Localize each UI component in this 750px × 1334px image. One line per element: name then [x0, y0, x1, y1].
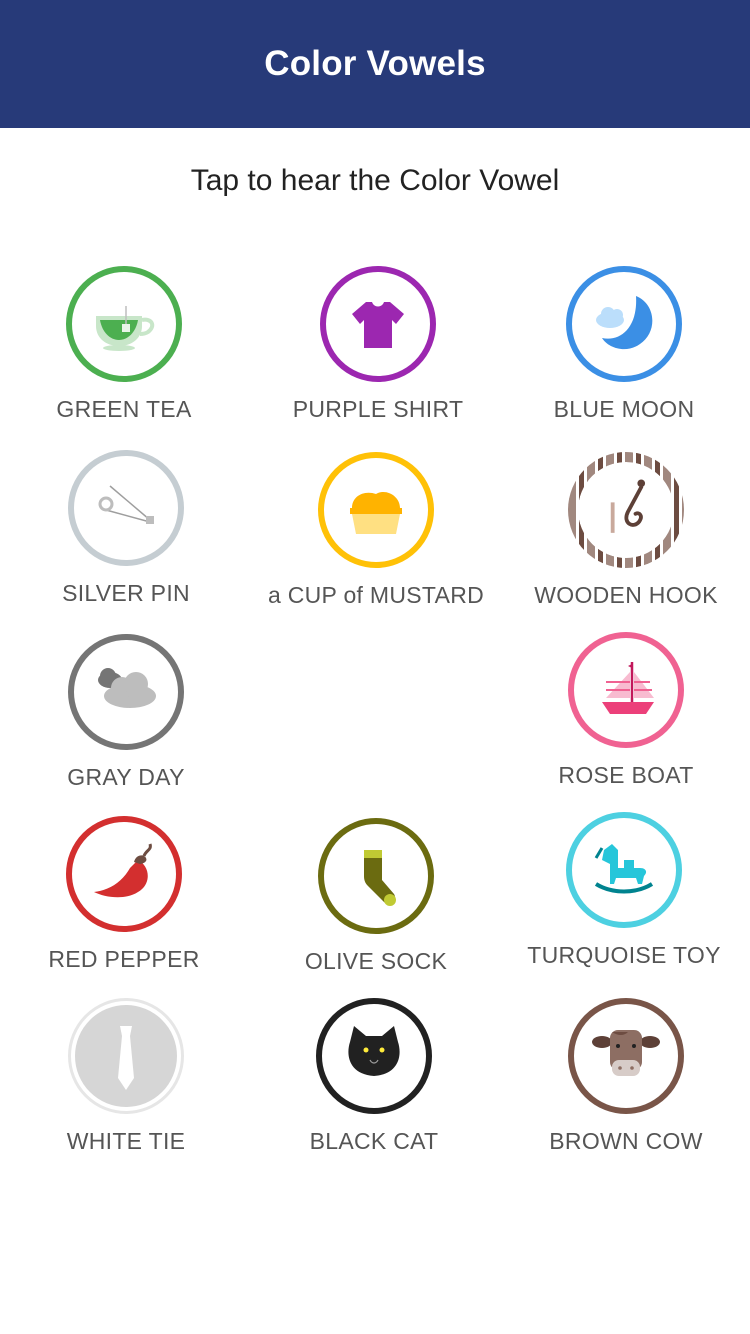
vowel-label: WOODEN HOOK [534, 582, 718, 608]
vowel-label: SILVER PIN [62, 580, 190, 606]
vowel-rose-boat-ring[interactable] [568, 632, 684, 748]
vowel-olive-sock-ring[interactable] [318, 818, 434, 934]
vowel-label: BROWN COW [549, 1128, 703, 1154]
vowel-green-tea-ring[interactable] [66, 266, 182, 382]
vowel-label: GREEN TEA [56, 396, 192, 422]
vowel-black-cat-ring[interactable] [316, 998, 432, 1114]
vowel-wooden-hook[interactable]: WOODEN HOOK [506, 452, 746, 609]
vowel-label: TURQUOISE TOY [527, 942, 721, 968]
instructions-text: Tap to hear the Color Vowel [190, 164, 560, 197]
turquoise-toy-icon [594, 844, 654, 894]
vowel-red-pepper-ring[interactable] [66, 816, 182, 932]
vowel-silver-pin[interactable]: SILVER PIN [6, 450, 246, 607]
vowel-red-pepper[interactable]: RED PEPPER [4, 816, 244, 973]
brown-cow-icon [592, 1030, 660, 1076]
vowel-label: PURPLE SHIRT [292, 396, 464, 422]
vowel-black-cat[interactable]: BLACK CAT [254, 998, 494, 1155]
app-header: Color Vowels [0, 0, 750, 128]
page-title: Color Vowels [264, 44, 486, 83]
wooden-hook-icon [610, 479, 646, 533]
vowel-label: WHITE TIE [66, 1128, 186, 1154]
black-cat-icon [348, 1026, 400, 1076]
vowel-label: BLACK CAT [309, 1128, 439, 1154]
gray-day-icon [98, 668, 156, 708]
red-pepper-icon [94, 843, 152, 898]
vowel-brown-cow[interactable]: BROWN COW [506, 998, 746, 1155]
vowel-purple-shirt-ring[interactable] [320, 266, 436, 382]
vowel-label: GRAY DAY [67, 764, 185, 790]
vowel-purple-shirt[interactable]: PURPLE SHIRT [258, 266, 498, 423]
white-tie-icon [118, 1026, 134, 1090]
blue-moon-icon [596, 296, 653, 350]
vowel-label: RED PEPPER [48, 946, 200, 972]
vowel-brown-cow-ring[interactable] [568, 998, 684, 1114]
vowel-silver-pin-ring[interactable] [68, 450, 184, 566]
silver-pin-icon [98, 485, 154, 524]
vowel-green-tea[interactable]: GREEN TEA [4, 266, 244, 423]
vowel-label: BLUE MOON [553, 396, 695, 422]
vowel-cup-of-mustard[interactable]: a CUP of MUSTARD [256, 452, 496, 609]
vowel-rose-boat[interactable]: ROSE BOAT [506, 632, 746, 789]
vowel-blue-moon[interactable]: BLUE MOON [504, 266, 744, 423]
cup-of-mustard-icon [350, 491, 402, 534]
vowel-wooden-hook-ring[interactable] [568, 452, 684, 568]
vowel-white-tie[interactable]: WHITE TIE [6, 998, 246, 1155]
vowel-gray-day-ring[interactable] [68, 634, 184, 750]
vowel-turquoise-toy-ring[interactable] [566, 812, 682, 928]
vowel-gray-day[interactable]: GRAY DAY [6, 634, 246, 791]
vowel-white-tie-ring[interactable] [68, 998, 184, 1114]
purple-shirt-icon [352, 302, 404, 348]
green-tea-icon [96, 306, 155, 351]
vowel-label: a CUP of MUSTARD [267, 582, 485, 608]
vowel-cup-of-mustard-ring[interactable] [318, 452, 434, 568]
vowel-olive-sock[interactable]: OLIVE SOCK [256, 818, 496, 975]
rose-boat-icon [602, 662, 654, 714]
vowel-turquoise-toy[interactable]: TURQUOISE TOY [504, 812, 744, 969]
vowel-label: OLIVE SOCK [304, 948, 448, 974]
vowel-label: ROSE BOAT [558, 762, 694, 788]
olive-sock-icon [364, 850, 396, 906]
vowel-blue-moon-ring[interactable] [566, 266, 682, 382]
